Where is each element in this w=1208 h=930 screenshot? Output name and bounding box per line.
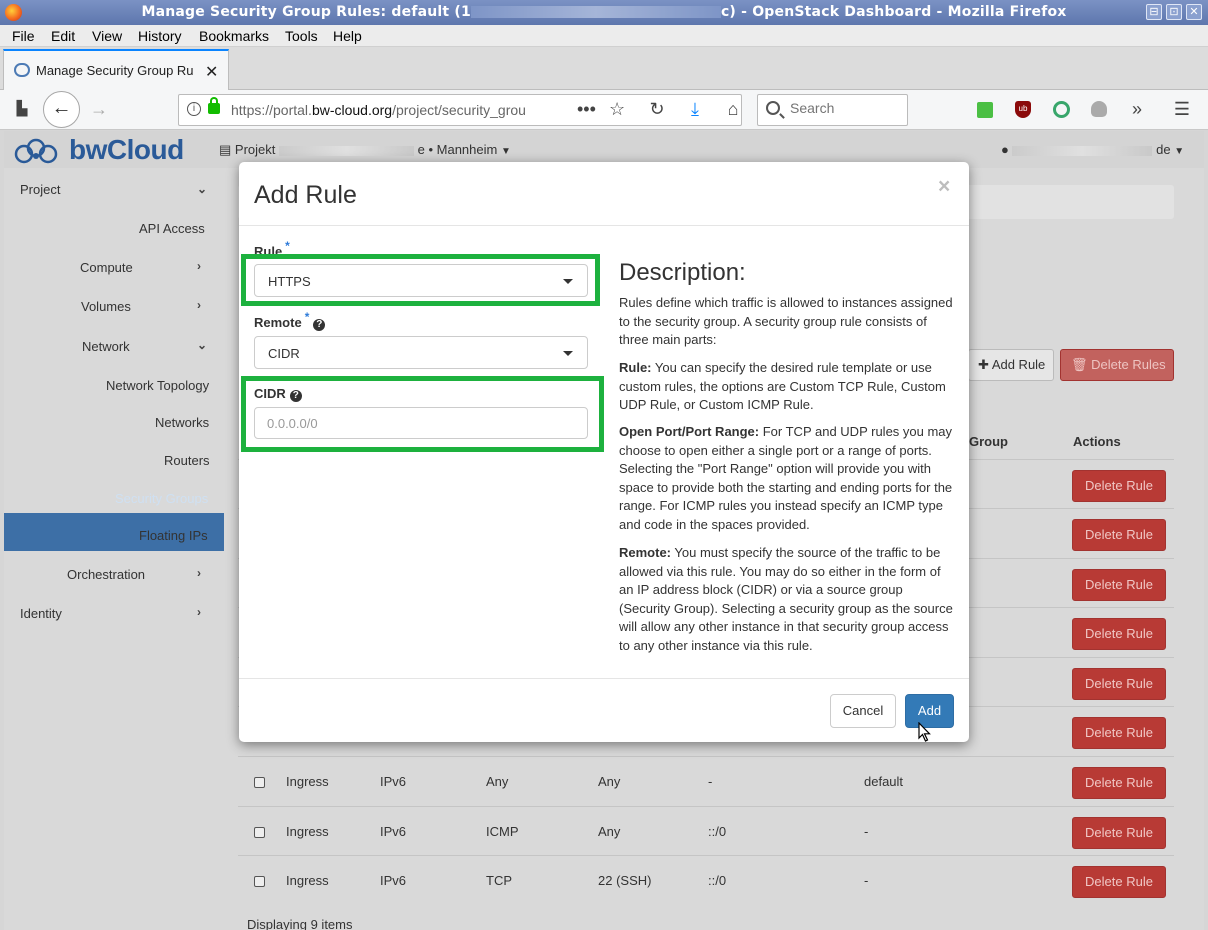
tab-title: Manage Security Group Ru: [36, 63, 194, 78]
overflow-chevron-icon[interactable]: »: [1126, 99, 1148, 120]
caret-down-icon: [563, 279, 573, 284]
caret-down-icon: [563, 351, 573, 356]
description-port-range: Open Port/Port Range: For TCP and UDP ru…: [619, 424, 953, 532]
menu-view[interactable]: View: [92, 28, 122, 44]
bwcloud-favicon-icon: [14, 63, 30, 77]
menu-help[interactable]: Help: [333, 28, 362, 44]
mouse-cursor-icon: [918, 722, 931, 742]
hamburger-menu-icon[interactable]: ☰: [1171, 99, 1193, 120]
rule-select[interactable]: HTTPS: [254, 264, 588, 297]
ublock-icon[interactable]: ub: [1015, 101, 1031, 118]
description-intro: Rules define which traffic is allowed to…: [619, 295, 953, 348]
tab-security-group-rules[interactable]: Manage Security Group Ru ✕: [3, 49, 229, 90]
close-window-button[interactable]: ✕: [1186, 4, 1202, 20]
info-icon[interactable]: i: [187, 102, 201, 116]
cidr-label: CIDR?: [254, 386, 302, 402]
sidebar-toggle-icon[interactable]: ▙: [11, 100, 33, 117]
modal-close-icon[interactable]: ×: [938, 175, 950, 199]
menu-file[interactable]: File: [12, 28, 35, 44]
back-button[interactable]: ←: [43, 91, 80, 128]
redacted-text: [470, 6, 721, 18]
modal-footer-divider: [239, 678, 969, 679]
help-icon[interactable]: ?: [289, 390, 302, 402]
bookmark-star-icon[interactable]: ☆: [609, 99, 625, 120]
extension-green-icon[interactable]: [977, 102, 993, 118]
menu-history[interactable]: History: [138, 28, 182, 44]
extension-circle-icon[interactable]: [1053, 101, 1070, 118]
menu-bar: File Edit View History Bookmarks Tools H…: [0, 25, 1208, 47]
description-title: Description:: [619, 259, 746, 286]
home-icon[interactable]: ⌂: [722, 99, 744, 120]
search-icon: [766, 101, 780, 115]
window-titlebar: Manage Security Group Rules: default (1 c…: [0, 0, 1208, 25]
forward-button[interactable]: →: [88, 99, 110, 120]
menu-bookmarks[interactable]: Bookmarks: [199, 28, 269, 44]
page-actions-icon[interactable]: •••: [577, 99, 596, 120]
search-bar[interactable]: [757, 94, 908, 126]
navigation-toolbar: ▙ ← → i https://portal.bw-cloud.org/proj…: [0, 90, 1208, 130]
download-icon[interactable]: ⤓: [684, 99, 706, 120]
menu-tools[interactable]: Tools: [285, 28, 318, 44]
reload-icon[interactable]: ↻: [646, 99, 668, 120]
lock-icon[interactable]: [208, 97, 220, 114]
minimize-button[interactable]: ⊟: [1146, 4, 1162, 20]
help-icon[interactable]: ?: [313, 319, 326, 331]
url-text[interactable]: https://portal.bw-cloud.org/project/secu…: [231, 102, 541, 118]
add-rule-modal: Add Rule × Rule * HTTPS Remote *? CIDR CID…: [239, 162, 969, 742]
cidr-input[interactable]: [254, 407, 588, 439]
remote-label: Remote *?: [254, 310, 326, 331]
search-input[interactable]: [790, 100, 900, 116]
maximize-button[interactable]: ⊡: [1166, 4, 1182, 20]
modal-header-divider: [239, 225, 969, 226]
description-remote: Remote: You must specify the source of t…: [619, 545, 953, 653]
tab-strip: Manage Security Group Ru ✕: [0, 47, 1208, 90]
description-rule: Rule: You can specify the desired rule t…: [619, 360, 946, 413]
extension-puzzle-icon[interactable]: [1091, 101, 1107, 117]
modal-title: Add Rule: [254, 181, 357, 209]
tab-close-icon[interactable]: ✕: [205, 62, 218, 82]
remote-select[interactable]: CIDR: [254, 336, 588, 369]
cancel-button[interactable]: Cancel: [830, 694, 896, 728]
window-title: Manage Security Group Rules: default (1 c…: [141, 4, 1067, 20]
menu-edit[interactable]: Edit: [51, 28, 75, 44]
